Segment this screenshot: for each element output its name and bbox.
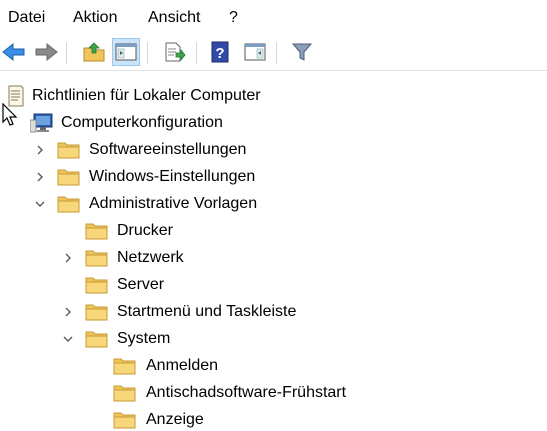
tree-item-label: Richtlinien für Lokaler Computer <box>32 87 261 104</box>
toolbar-separator <box>66 42 67 64</box>
folder-icon <box>85 304 108 321</box>
up-folder-icon <box>83 42 105 62</box>
toolbar-separator <box>196 42 197 64</box>
back-icon <box>2 42 25 62</box>
chevron-down-icon[interactable] <box>62 333 74 345</box>
tree-item-label: Startmenü und Taskleiste <box>117 303 297 320</box>
tree-item-anmelden[interactable]: Anmelden <box>0 353 547 380</box>
tree-item-server[interactable]: Server <box>0 272 547 299</box>
forward-icon <box>35 42 58 62</box>
tree-item-label: Anmelden <box>146 357 219 374</box>
mouse-cursor-icon <box>2 103 18 126</box>
folder-icon <box>85 223 108 240</box>
help-button[interactable]: ? <box>206 38 234 66</box>
tree-item-system[interactable]: System <box>0 326 547 353</box>
chevron-down-icon[interactable] <box>34 198 46 210</box>
folder-icon <box>57 169 80 186</box>
tree-item-netzwerk[interactable]: Netzwerk <box>0 245 547 272</box>
folder-icon <box>113 412 136 429</box>
menu-datei[interactable]: Datei <box>8 8 45 28</box>
tree-item-administrative-vorlagen[interactable]: Administrative Vorlagen <box>0 191 547 218</box>
chevron-right-icon[interactable] <box>62 306 74 318</box>
tree-item-antischadsoftware-fruehstart[interactable]: Antischadsoftware-Frühstart <box>0 380 547 407</box>
menu-aktion[interactable]: Aktion <box>73 8 117 28</box>
show-hide-action-pane-icon <box>244 43 266 61</box>
menu-help[interactable]: ? <box>229 8 238 28</box>
tree-item-root[interactable]: Richtlinien für Lokaler Computer <box>0 83 547 110</box>
computer-icon <box>30 113 53 133</box>
tree-item-label: Drucker <box>117 222 174 239</box>
folder-icon <box>85 277 108 294</box>
folder-icon <box>85 250 108 267</box>
chevron-right-icon[interactable] <box>34 144 46 156</box>
chevron-right-icon[interactable] <box>62 252 74 264</box>
tree-item-label: Anzeige <box>146 411 204 428</box>
help-icon: ? <box>211 41 229 63</box>
forward-button[interactable] <box>32 38 60 66</box>
tree-item-softwareeinstellungen[interactable]: Softwareeinstellungen <box>0 137 547 164</box>
folder-icon <box>57 196 80 213</box>
folder-icon <box>113 358 136 375</box>
tree-item-label: Administrative Vorlagen <box>89 195 258 212</box>
tree-item-drucker[interactable]: Drucker <box>0 218 547 245</box>
folder-icon <box>113 385 136 402</box>
tree-item-label: Computerkonfiguration <box>61 114 223 131</box>
tree-item-label: Antischadsoftware-Frühstart <box>146 384 347 401</box>
toolbar-separator <box>276 42 277 64</box>
tree-item-label: Softwareeinstellungen <box>89 141 247 158</box>
svg-text:?: ? <box>215 45 224 62</box>
toolbar-separator <box>147 42 148 64</box>
tree-item-computerkonfiguration[interactable]: Computerkonfiguration <box>0 110 547 137</box>
console-tree: Richtlinien für Lokaler Computer Compute… <box>0 71 547 431</box>
filter-icon <box>291 43 313 61</box>
export-list-icon <box>165 42 186 62</box>
filter-button[interactable] <box>288 38 316 66</box>
folder-icon <box>85 331 108 348</box>
tree-item-label: Windows-Einstellungen <box>89 168 256 185</box>
tree-item-label: Server <box>117 276 165 293</box>
chevron-right-icon[interactable] <box>34 171 46 183</box>
show-hide-action-pane-button[interactable] <box>241 38 269 66</box>
tree-item-label: Netzwerk <box>117 249 184 266</box>
toolbar: ? <box>0 34 547 71</box>
up-folder-button[interactable] <box>80 38 108 66</box>
tree-item-startmenue-und-taskleiste[interactable]: Startmenü und Taskleiste <box>0 299 547 326</box>
menu-bar: Datei Aktion Ansicht ? <box>0 0 547 34</box>
show-hide-console-tree-button[interactable] <box>112 38 140 66</box>
tree-item-anzeige[interactable]: Anzeige <box>0 407 547 431</box>
export-list-button[interactable] <box>160 38 188 66</box>
back-button[interactable] <box>0 38 28 66</box>
group-policy-editor-window: Datei Aktion Ansicht ? ? Richtlinien für… <box>0 0 547 431</box>
tree-item-label: System <box>117 330 171 347</box>
show-hide-console-tree-icon <box>115 43 137 61</box>
tree-item-windows-einstellungen[interactable]: Windows-Einstellungen <box>0 164 547 191</box>
folder-icon <box>57 142 80 159</box>
menu-ansicht[interactable]: Ansicht <box>148 8 200 28</box>
